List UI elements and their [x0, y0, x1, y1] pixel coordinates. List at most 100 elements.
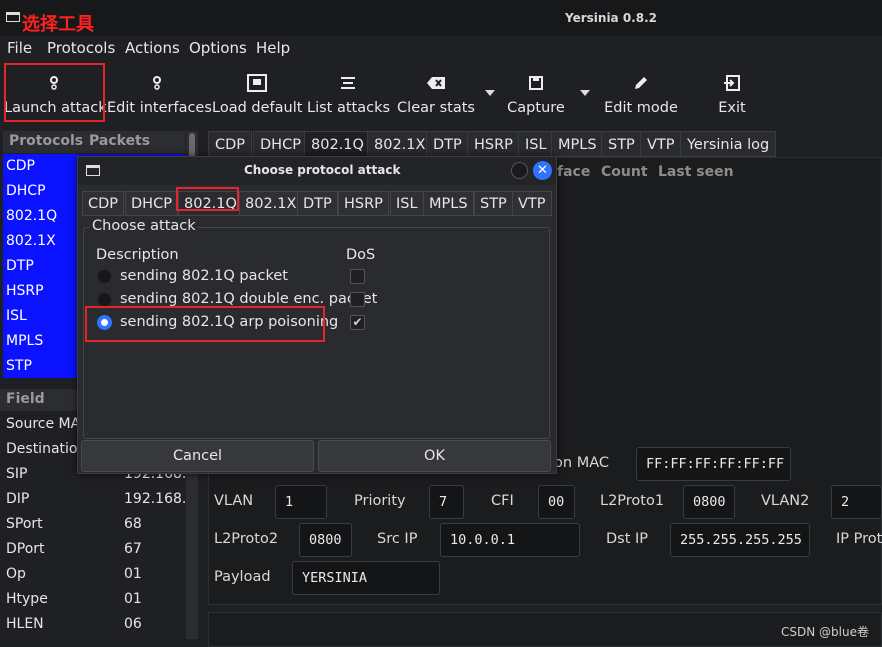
- watermark-text: CSDN @blue卷: [781, 625, 869, 639]
- field-name: Source MA: [6, 416, 81, 432]
- tab-8021q[interactable]: 802.1Q: [304, 131, 371, 157]
- payload-field[interactable]: YERSINIA: [292, 561, 440, 595]
- exit-button[interactable]: Exit: [704, 60, 760, 126]
- launch-attack-highlight: [4, 63, 105, 122]
- dialog-title: Choose protocol attack: [244, 163, 401, 177]
- pencil-icon: [630, 72, 652, 94]
- dos-checkbox-1[interactable]: [350, 292, 365, 307]
- field-value: 68: [124, 516, 142, 532]
- field-name: SIP: [6, 466, 28, 482]
- close-icon[interactable]: ✕: [533, 161, 552, 180]
- toolbar: Launch attack Edit interfaces Load defau…: [0, 60, 882, 126]
- window-icon: [86, 165, 100, 176]
- attack-label-0[interactable]: sending 802.1Q packet: [120, 268, 288, 284]
- table-row[interactable]: Htype 01: [0, 588, 190, 613]
- network-port-icon: [246, 72, 268, 94]
- field-value: 01: [124, 566, 142, 582]
- attack-label-1[interactable]: sending 802.1Q double enc. packet: [120, 291, 377, 307]
- menu-options[interactable]: Options: [189, 39, 247, 57]
- dst-mac-label: ion MAC: [550, 455, 609, 471]
- tab-yersinia-log[interactable]: Yersinia log: [680, 131, 777, 157]
- tab-cdp[interactable]: CDP: [208, 131, 253, 157]
- clear-stats-label: Clear stats: [397, 100, 475, 116]
- capture-button[interactable]: Capture: [503, 60, 569, 126]
- field-name: Destinatio: [6, 441, 78, 457]
- cancel-button[interactable]: Cancel: [81, 440, 314, 472]
- exit-icon: [721, 72, 743, 94]
- dst-ip-label: Dst IP: [606, 531, 649, 547]
- tab-8021x[interactable]: 802.1X: [367, 131, 433, 157]
- dos-checkbox-2[interactable]: ✔: [350, 315, 365, 330]
- dialog-tab-isl[interactable]: ISL: [390, 191, 424, 216]
- dst-mac-field[interactable]: FF:FF:FF:FF:FF:FF: [636, 447, 791, 481]
- dialog-tab-dtp[interactable]: DTP: [297, 191, 338, 216]
- tab-stp[interactable]: STP: [601, 131, 642, 157]
- menu-protocols[interactable]: Protocols: [47, 39, 115, 57]
- attack-radio-1[interactable]: [97, 292, 112, 307]
- table-row[interactable]: HLEN 06: [0, 613, 190, 638]
- list-attacks-label: List attacks: [307, 100, 391, 116]
- table-row[interactable]: DPort 67: [0, 538, 190, 563]
- menu-bar: File Protocols Actions Options Help: [0, 36, 882, 60]
- cfi-field[interactable]: 00: [538, 485, 575, 519]
- load-default-button[interactable]: Load default: [212, 60, 302, 126]
- field-name: SPort: [6, 516, 43, 532]
- dialog-title-bar[interactable]: Choose protocol attack ✕: [78, 157, 556, 185]
- field-name: Op: [6, 566, 26, 582]
- dst-ip-field[interactable]: 255.255.255.255: [670, 523, 810, 557]
- interface-column-header[interactable]: face: [557, 164, 590, 180]
- dialog-tab-mpls[interactable]: MPLS: [423, 191, 474, 216]
- l2proto1-field[interactable]: 0800: [683, 485, 735, 519]
- dialog-tab-hsrp[interactable]: HSRP: [338, 191, 389, 216]
- list-attacks-button[interactable]: List attacks: [307, 60, 391, 126]
- vlan-field[interactable]: 1: [275, 485, 327, 519]
- menu-help[interactable]: Help: [256, 39, 290, 57]
- tab-hsrp[interactable]: HSRP: [467, 131, 520, 157]
- table-row[interactable]: SPort 68: [0, 513, 190, 538]
- capture-dropdown-arrow-icon[interactable]: [580, 90, 590, 96]
- gears-icon: [146, 72, 168, 94]
- protocols-column-header[interactable]: Protocols: [3, 131, 83, 153]
- field-value: 192.168.2: [124, 491, 196, 507]
- priority-label: Priority: [354, 493, 406, 509]
- dialog-tab-highlight: [176, 187, 239, 211]
- table-row[interactable]: Op 01: [0, 563, 190, 588]
- tab-isl[interactable]: ISL: [518, 131, 554, 157]
- l2proto2-field[interactable]: 0800: [299, 523, 352, 557]
- dialog-tab-vtp[interactable]: VTP: [512, 191, 552, 216]
- field-value: 01: [124, 591, 142, 607]
- backspace-icon: [425, 72, 447, 94]
- description-header: Description: [96, 247, 179, 263]
- dialog-tab-stp[interactable]: STP: [474, 191, 513, 216]
- annotation-text: 选择工具: [22, 14, 94, 35]
- tab-vtp[interactable]: VTP: [640, 131, 682, 157]
- vlan2-field[interactable]: 2: [831, 485, 882, 519]
- edit-mode-button[interactable]: Edit mode: [602, 60, 680, 126]
- src-ip-label: Src IP: [377, 531, 418, 547]
- title-bar: 选择工具 Yersinia 0.8.2: [0, 0, 882, 36]
- tab-mpls[interactable]: MPLS: [551, 131, 604, 157]
- clear-stats-dropdown-arrow-icon[interactable]: [485, 90, 495, 96]
- table-row[interactable]: DIP 192.168.2: [0, 488, 195, 513]
- dialog-tab-dhcp[interactable]: DHCP: [125, 191, 178, 216]
- dos-header: DoS: [346, 247, 376, 263]
- ip-protocol-label: IP Prot: [836, 531, 882, 547]
- menu-actions[interactable]: Actions: [125, 39, 180, 57]
- priority-field[interactable]: 7: [429, 485, 464, 519]
- dialog-tab-cdp[interactable]: CDP: [82, 191, 125, 216]
- tab-dhcp[interactable]: DHCP: [253, 131, 308, 157]
- count-column-header[interactable]: Count: [601, 164, 648, 180]
- src-ip-field[interactable]: 10.0.0.1: [440, 523, 580, 557]
- minimize-icon[interactable]: [511, 162, 528, 179]
- edit-interfaces-button[interactable]: Edit interfaces: [107, 60, 212, 126]
- field-value: 67: [124, 541, 142, 557]
- menu-file[interactable]: File: [7, 39, 32, 57]
- clear-stats-button[interactable]: Clear stats: [396, 60, 476, 126]
- attack-radio-0[interactable]: [97, 269, 112, 284]
- ok-button[interactable]: OK: [318, 440, 551, 472]
- dialog-tab-8021x[interactable]: 802.1X: [239, 191, 303, 216]
- tab-dtp[interactable]: DTP: [426, 131, 469, 157]
- last-seen-column-header[interactable]: Last seen: [658, 164, 734, 180]
- dos-checkbox-0[interactable]: [350, 269, 365, 284]
- packets-column-header[interactable]: Packets: [83, 131, 185, 153]
